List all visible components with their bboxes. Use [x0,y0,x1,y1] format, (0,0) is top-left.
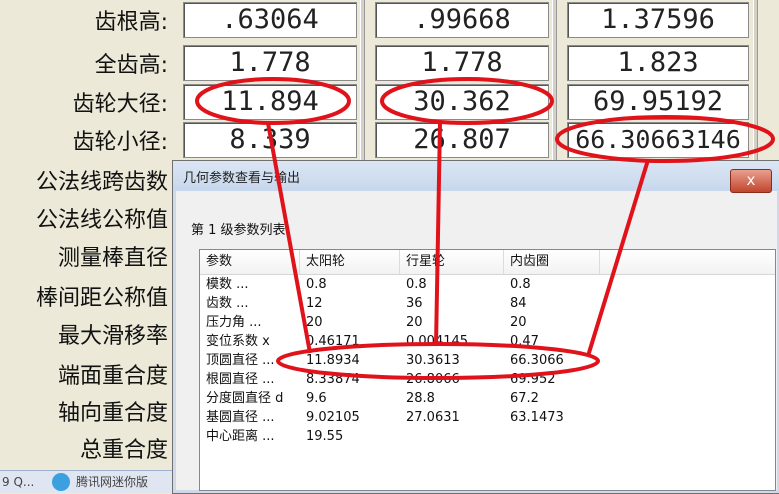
minor-diameter-planet-field[interactable]: 26.807 [375,122,549,158]
table-row[interactable]: 分度圆直径 d 9.6 28.8 67.2 [200,389,775,408]
table-row[interactable]: 中心距离 ... 19.55 [200,427,775,446]
table-cell: 8.33874 [306,372,360,387]
table-cell: 模数 ... [206,277,249,292]
table-row[interactable]: 压力角 ... 20 20 20 [200,313,775,332]
tooth-root-height-sun-field[interactable]: .63064 [183,2,357,38]
geometry-params-dialog: 几何参数查看与输出 x 第 1 级参数列表 参数 太阳轮 行星轮 内齿圈 模数 … [172,160,779,494]
table-cell: 齿数 ... [206,296,249,311]
table-cell: 0.8 [510,277,531,292]
table-cell: 20 [510,315,527,330]
taskbar: 9 Q... 腾讯网迷你版 [0,470,175,493]
column-header-ring[interactable]: 内齿圈 [504,250,600,274]
tooth-root-height-ring-field[interactable]: 1.37596 [567,2,749,38]
table-cell: 20 [406,315,423,330]
minor-diameter-ring-field[interactable]: 66.30663146 [567,122,749,158]
table-cell: 12 [306,296,323,311]
table-cell: 变位系数 x [206,334,270,349]
close-button[interactable]: x [730,169,772,193]
major-diameter-planet-field[interactable]: 30.362 [375,84,549,120]
column-header-param[interactable]: 参数 [200,250,300,274]
table-row[interactable]: 变位系数 x 0.46171 0.004145 0.47 [200,332,775,351]
dialog-titlebar[interactable]: 几何参数查看与输出 x [173,161,779,193]
table-cell: 9.6 [306,391,327,406]
table-cell: 36 [406,296,423,311]
taskbar-item[interactable]: 9 Q... [2,471,34,493]
browser-icon [52,473,70,491]
column-header-planet[interactable]: 行星轮 [400,250,504,274]
params-listview[interactable]: 参数 太阳轮 行星轮 内齿圈 模数 ... 0.8 0.8 0.8 齿数 ... 12 36… [199,249,776,491]
label-tooth-root-height: 齿根高: [94,10,168,35]
table-cell: 分度圆直径 d [206,391,284,406]
full-tooth-height-planet-field[interactable]: 1.778 [375,45,549,81]
table-row[interactable]: 基圆直径 ... 9.02105 27.0631 63.1473 [200,408,775,427]
table-cell: 26.8066 [406,372,460,387]
table-cell: 27.0631 [406,410,460,425]
table-cell [504,427,600,446]
table-cell: 0.8 [306,277,327,292]
table-cell: 基圆直径 ... [206,410,275,425]
table-cell [400,427,504,446]
label-pin-diameter: 测量棒直径 [57,246,168,271]
table-cell: 67.2 [510,391,539,406]
label-pin-distance: 棒间距公称值 [35,286,168,311]
table-cell: 19.55 [306,429,344,444]
table-cell: 63.1473 [510,410,564,425]
table-cell: 0.46171 [306,334,360,349]
major-diameter-ring-field[interactable]: 69.95192 [567,84,749,120]
table-cell: 0.004145 [406,334,469,349]
table-cell: 0.8 [406,277,427,292]
column-header-sun[interactable]: 太阳轮 [300,250,400,274]
table-cell: 66.3066 [510,353,564,368]
taskbar-item-browser[interactable]: 腾讯网迷你版 [76,471,148,493]
major-diameter-sun-field[interactable]: 11.894 [183,84,357,120]
label-transverse-contact: 端面重合度 [57,364,168,389]
table-cell: 压力角 ... [206,315,262,330]
minor-diameter-sun-field[interactable]: 8.339 [183,122,357,158]
full-tooth-height-sun-field[interactable]: 1.778 [183,45,357,81]
label-max-slip: 最大滑移率 [57,324,168,349]
table-row[interactable]: 顶圆直径 ... 11.8934 30.3613 66.3066 [200,351,775,370]
label-span-nominal: 公法线公称值 [35,208,168,233]
label-axial-contact: 轴向重合度 [57,401,168,426]
label-span-teeth: 公法线跨齿数 [35,170,168,195]
table-row[interactable]: 齿数 ... 12 36 84 [200,294,775,313]
table-cell: 28.8 [406,391,435,406]
table-cell: 顶圆直径 ... [206,353,275,368]
label-full-tooth-height: 全齿高: [94,53,168,78]
table-cell: 84 [510,296,527,311]
table-cell: 69.952 [510,372,556,387]
label-total-contact: 总重合度 [79,438,168,463]
full-tooth-height-ring-field[interactable]: 1.823 [567,45,749,81]
table-cell: 20 [306,315,323,330]
table-cell: 11.8934 [306,353,360,368]
table-cell: 9.02105 [306,410,360,425]
label-major-diameter: 齿轮大径: [72,92,168,117]
tooth-root-height-planet-field[interactable]: .99668 [375,2,549,38]
dialog-title: 几何参数查看与输出 [183,171,301,186]
table-cell: 0.47 [510,334,539,349]
table-cell: 中心距离 ... [206,429,275,444]
table-row[interactable]: 根圆直径 ... 8.33874 26.8066 69.952 [200,370,775,389]
level-label: 第 1 级参数列表 [191,223,286,238]
table-cell: 根圆直径 ... [206,372,275,387]
list-header: 参数 太阳轮 行星轮 内齿圈 [200,250,775,275]
table-row[interactable]: 模数 ... 0.8 0.8 0.8 [200,275,775,294]
label-minor-diameter: 齿轮小径: [72,130,168,155]
table-cell: 30.3613 [406,353,460,368]
